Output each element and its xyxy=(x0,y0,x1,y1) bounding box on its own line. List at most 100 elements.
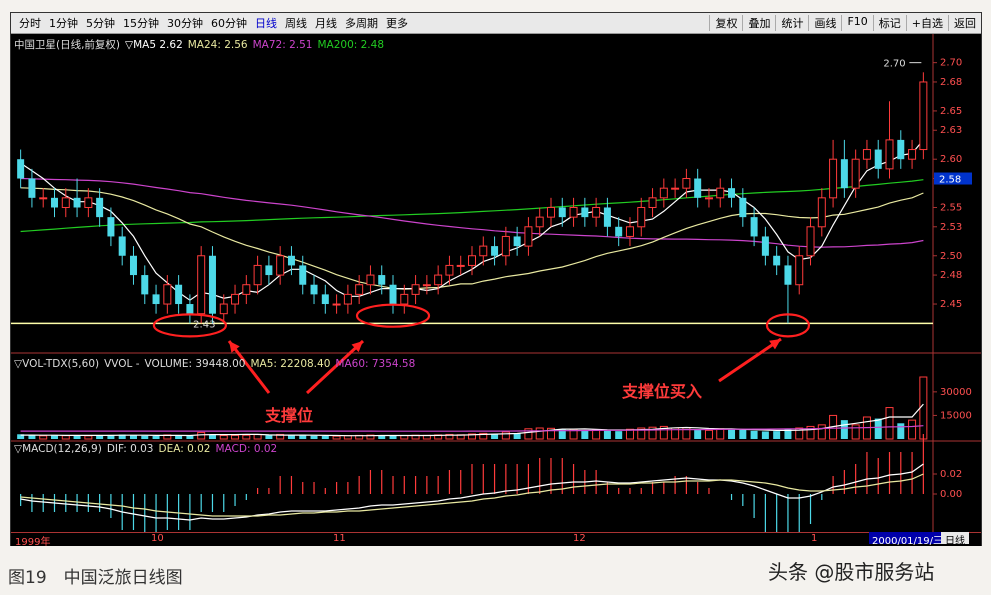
volume-bar-15 xyxy=(186,435,194,439)
period-tabs: 分时 1分钟 5分钟 15分钟 30分钟 60分钟 日线 周线 月线 多周期 更多 xyxy=(11,15,709,31)
tab-5[interactable]: 60分钟 xyxy=(207,15,251,31)
price-tick-1: 2.68 xyxy=(940,77,962,88)
candle-body-20 xyxy=(242,284,251,295)
macd-dif: DIF: 0.03 xyxy=(106,443,154,455)
vol-tick-1: 15000 xyxy=(940,410,972,421)
tool-button-0[interactable]: 复权 xyxy=(709,15,742,31)
month-label-1: 10 xyxy=(151,533,164,544)
candle-body-4 xyxy=(61,197,70,208)
candle-body-28 xyxy=(332,303,341,306)
daily-period-button[interactable]: 日线 xyxy=(941,532,969,547)
tool-button-4[interactable]: F10 xyxy=(841,15,872,31)
candle-body-68 xyxy=(784,265,792,285)
volume-bar-42 xyxy=(491,434,499,439)
volume-bar-3 xyxy=(50,435,58,439)
macd-value: MACD: 0.02 xyxy=(215,443,278,455)
tab-4[interactable]: 30分钟 xyxy=(163,15,207,31)
volume-bar-22 xyxy=(265,435,273,439)
vol-tick-0: 30000 xyxy=(940,387,972,398)
candle-body-16 xyxy=(197,255,206,315)
candle-body-70 xyxy=(806,226,815,257)
support-buy-label: 支撑位买入 xyxy=(622,382,703,401)
macd-dea: DEA: 0.02 xyxy=(158,443,211,455)
tab-3[interactable]: 15分钟 xyxy=(119,15,163,31)
candle-body-37 xyxy=(434,274,443,286)
candle-body-39 xyxy=(456,264,465,267)
chart-canvas[interactable]: 2.70 2.68 2.65 2.63 2.60 2.58 2.55 2.53 2.50 2.48… xyxy=(11,13,981,545)
candle-body-21 xyxy=(253,264,262,286)
legend-ma24: MA24: 2.56 xyxy=(187,39,248,51)
tool-button-2[interactable]: 统计 xyxy=(775,15,808,31)
candle-body-48 xyxy=(558,207,566,218)
volume-bar-28 xyxy=(332,435,341,440)
tab-7[interactable]: 周线 xyxy=(281,15,311,31)
candle-body-61 xyxy=(704,197,713,200)
candle-body-51 xyxy=(592,206,601,218)
candle-body-64 xyxy=(739,197,747,218)
price-tick-3: 2.63 xyxy=(940,125,962,136)
candle-body-46 xyxy=(535,216,544,228)
main-legend: 中国卫星(日线,前复权) ▽MA5 2.62 MA24: 2.56 MA72: 2.5… xyxy=(14,37,389,52)
volume-bar-77 xyxy=(885,407,894,440)
candle-body-63 xyxy=(728,188,736,198)
tool-button-5[interactable]: 标记 xyxy=(872,15,906,31)
candle-body-13 xyxy=(163,284,172,305)
volume-bar-32 xyxy=(378,435,386,439)
low-price-label: 2.43 xyxy=(193,319,215,330)
stock-title: 中国卫星(日线,前复权) xyxy=(14,39,121,51)
tab-10[interactable]: 更多 xyxy=(382,15,412,31)
candle-body-9 xyxy=(118,236,126,256)
tab-8[interactable]: 月线 xyxy=(311,15,341,31)
tab-2[interactable]: 5分钟 xyxy=(82,15,119,31)
support-buy-arrow-shaft xyxy=(718,337,782,383)
candle-body-41 xyxy=(479,245,488,257)
month-label-2: 11 xyxy=(333,533,346,544)
volume-bar-60 xyxy=(694,429,702,439)
volume-bar-18 xyxy=(219,435,228,440)
candle-body-44 xyxy=(513,236,521,247)
tool-button-7[interactable]: 返回 xyxy=(948,15,981,31)
tab-0[interactable]: 分时 xyxy=(15,15,45,31)
candle-body-27 xyxy=(321,294,329,305)
candle-body-74 xyxy=(851,158,860,189)
tool-button-3[interactable]: 画线 xyxy=(808,15,841,31)
candle-body-32 xyxy=(378,275,386,285)
price-tick-10: 2.45 xyxy=(940,299,962,310)
candle-body-40 xyxy=(468,255,476,266)
candle-body-53 xyxy=(615,226,623,237)
volume-bar-14 xyxy=(175,435,183,439)
high-price-label: 2.70 xyxy=(883,59,905,70)
candle-body-79 xyxy=(908,149,917,160)
time-axis: 1999年 10 11 12 1 xyxy=(11,532,981,548)
tab-6[interactable]: 日线 xyxy=(251,15,281,31)
volume-bar-63 xyxy=(728,429,736,439)
tool-button-6[interactable]: +自选 xyxy=(905,15,948,31)
candle-body-52 xyxy=(603,207,611,227)
candle-body-80 xyxy=(919,81,928,151)
volume-bar-62 xyxy=(716,428,725,440)
volume-bar-27 xyxy=(321,436,329,439)
candle-body-12 xyxy=(152,294,160,305)
volume-bar-76 xyxy=(874,418,882,439)
macd-tick-1: 0.00 xyxy=(940,489,962,500)
candle-body-22 xyxy=(265,265,273,276)
tab-9[interactable]: 多周期 xyxy=(341,15,382,31)
price-tick-7: 2.53 xyxy=(940,222,962,233)
candle-body-24 xyxy=(287,255,295,266)
candle-body-36 xyxy=(422,284,431,287)
candle-body-35 xyxy=(411,284,420,295)
month-label-3: 12 xyxy=(573,533,586,544)
cursor-date: 2000/01/19/三 xyxy=(869,532,947,547)
volume-bar-61 xyxy=(704,429,713,440)
vol-ma60: MA60: 7354.58 xyxy=(335,358,416,370)
period-toolbar: 分时 1分钟 5分钟 15分钟 30分钟 60分钟 日线 周线 月线 多周期 更多 复权 叠加 统计 画线… xyxy=(11,13,981,34)
candle-body-7 xyxy=(96,197,104,218)
tab-1[interactable]: 1分钟 xyxy=(45,15,82,31)
vol-ma5: MA5: 22208.40 xyxy=(250,358,331,370)
candle-body-58 xyxy=(671,187,680,190)
volume-bar-4 xyxy=(61,435,70,440)
candle-body-19 xyxy=(231,293,240,305)
tool-button-1[interactable]: 叠加 xyxy=(742,15,775,31)
volume-bar-78 xyxy=(897,423,905,439)
volume-bar-74 xyxy=(851,424,860,440)
